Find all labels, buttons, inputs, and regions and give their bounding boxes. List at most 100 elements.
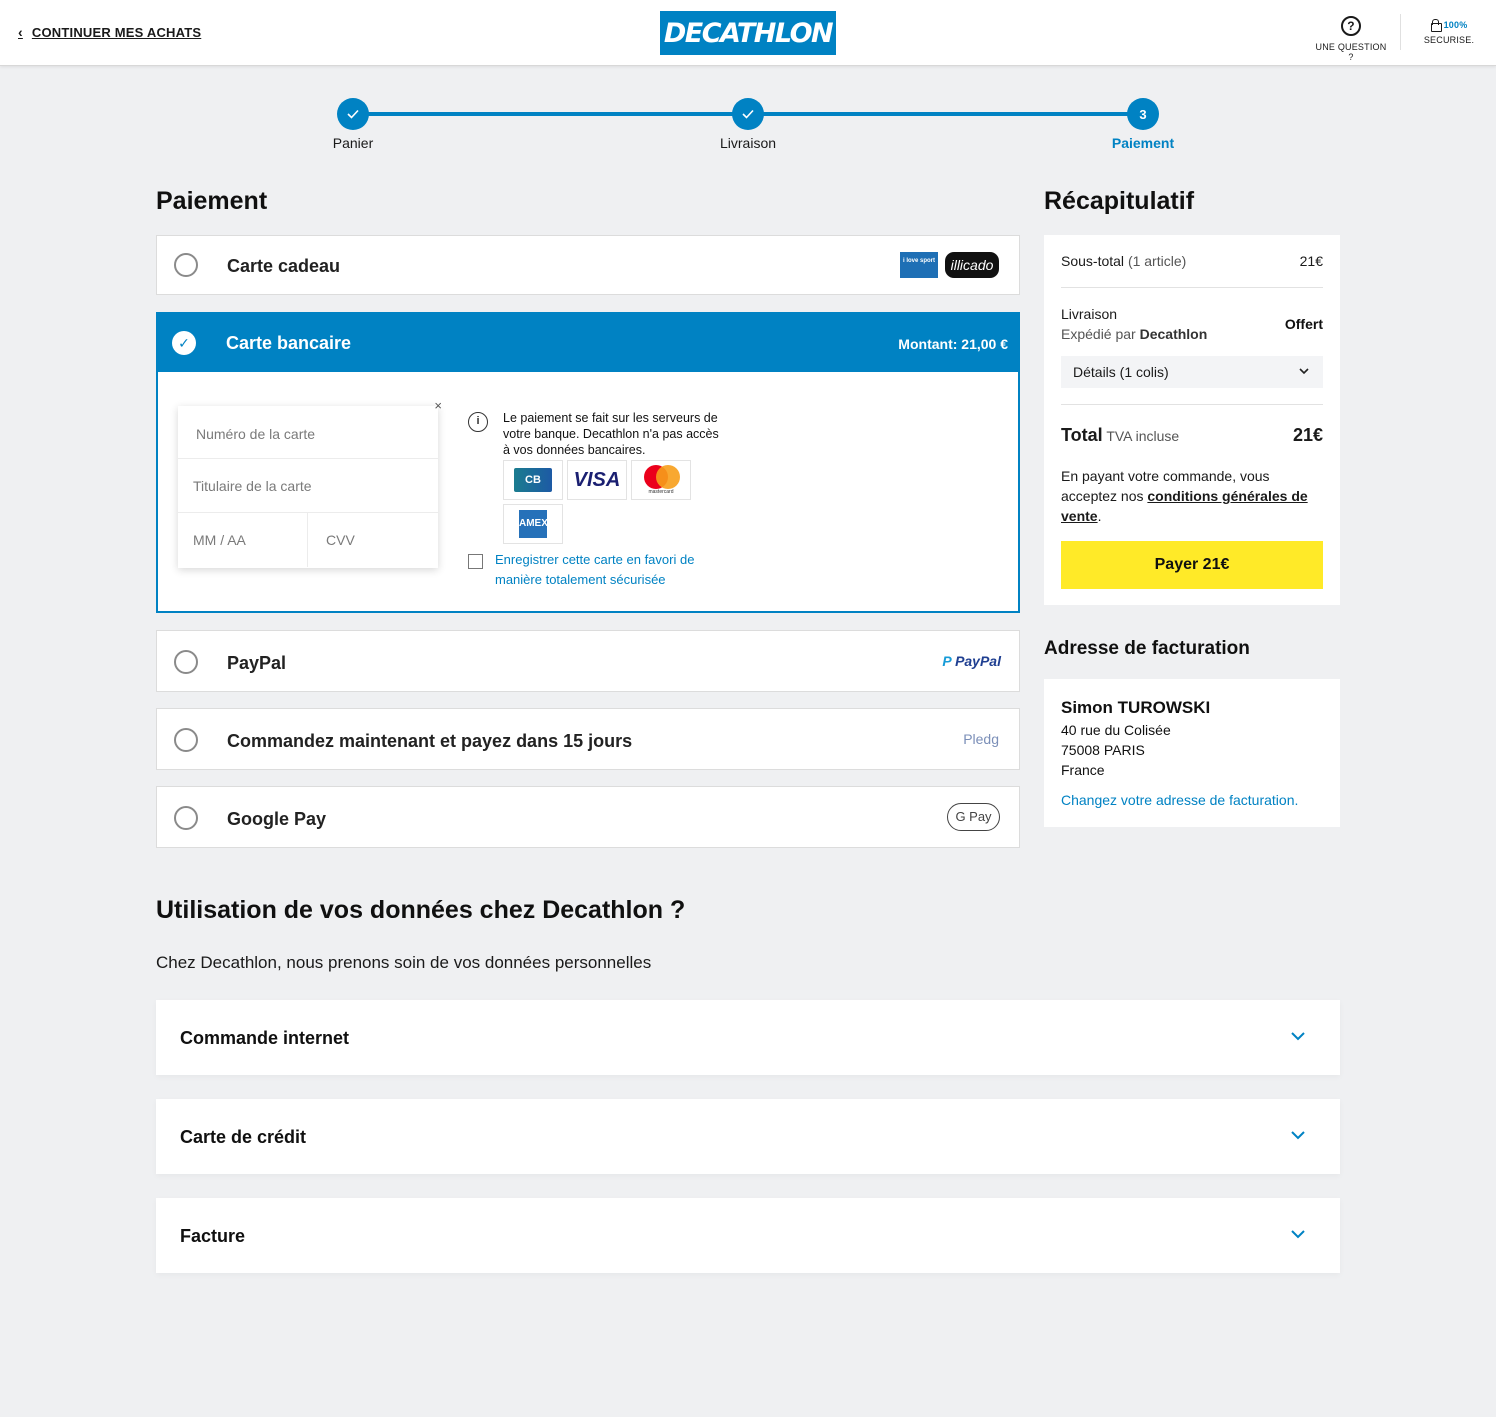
check-icon <box>337 98 369 130</box>
subtotal-count: (1 article) <box>1127 253 1187 269</box>
chevron-down-icon <box>1291 1131 1305 1140</box>
chevron-down-icon <box>1291 1230 1305 1239</box>
card-number-placeholder: Numéro de la carte <box>196 426 316 442</box>
details-dropdown[interactable]: Détails (1 colis) <box>1061 356 1323 388</box>
order-summary: Sous-total (1 article) 21€ Livraison Exp… <box>1044 235 1340 605</box>
billing-country: France <box>1061 762 1105 778</box>
card-holder-placeholder: Titulaire de la carte <box>193 478 312 494</box>
pledg-radio[interactable] <box>174 728 198 752</box>
pledg-logo: Pledg <box>963 731 999 747</box>
paypal-option[interactable]: PayPal P PayPal <box>156 630 1020 692</box>
subtotal-value: 21€ <box>1299 253 1323 269</box>
continue-shopping-label: CONTINUER MES ACHATS <box>31 24 202 40</box>
help-label: UNE QUESTION ? <box>1315 42 1387 62</box>
step-delivery[interactable]: Livraison <box>688 98 808 151</box>
gift-card-label: Carte cadeau <box>227 256 341 276</box>
bank-info-text: Le paiement se fait sur les serveurs de … <box>503 411 719 457</box>
secure-percent: 100% <box>1443 19 1468 30</box>
cb-logo: CB <box>503 460 563 500</box>
decathlon-logo[interactable]: DECATHLON <box>660 11 836 55</box>
credit-card-header[interactable]: ✓ Carte bancaire Montant: 21,00 € <box>158 314 1018 372</box>
card-form: Numéro de la carte × Titulaire de la car… <box>178 398 442 568</box>
billing-address-card: Simon TUROWSKI 40 rue du Colisée 75008 P… <box>1044 679 1340 827</box>
cvv-field[interactable]: CVV <box>308 513 438 567</box>
google-pay-option[interactable]: Google Pay G Pay <box>156 786 1020 848</box>
accordion-title: Carte de crédit <box>180 1127 307 1147</box>
accordion-title: Commande internet <box>180 1028 350 1048</box>
close-icon[interactable]: × <box>434 398 442 413</box>
billing-street: 40 rue du Colisée <box>1061 722 1171 738</box>
terms-suffix: . <box>1097 508 1102 524</box>
step-label: Livraison <box>719 135 777 151</box>
paypal-label: PayPal <box>227 653 287 673</box>
data-usage-subtitle: Chez Decathlon, nous prenons soin de vos… <box>156 953 652 972</box>
credit-card-option[interactable]: ✓ Carte bancaire Montant: 21,00 € Numéro… <box>156 312 1020 613</box>
gift-card-option[interactable]: Carte cadeau i love sport illicado <box>156 235 1020 295</box>
google-pay-label: Google Pay <box>227 809 327 829</box>
visa-logo: VISA <box>567 460 627 500</box>
secure-label: SECURISE. <box>1423 35 1475 45</box>
step-cart[interactable]: Panier <box>293 98 413 151</box>
total-row: Total TVA incluse 21€ <box>1061 425 1323 446</box>
billing-heading: Adresse de facturation <box>1044 638 1250 659</box>
delivery-value: Offert <box>1284 316 1323 332</box>
divider <box>1061 287 1323 288</box>
shipped-by-prefix: Expédié par <box>1061 326 1136 342</box>
accordion-invoice[interactable]: Facture <box>156 1198 1340 1273</box>
help-button[interactable]: ? UNE QUESTION ? <box>1312 16 1390 62</box>
summary-heading: Récapitulatif <box>1044 187 1195 215</box>
payment-heading: Paiement <box>156 187 268 215</box>
save-card-label[interactable]: Enregistrer cette carte en favori de man… <box>495 550 715 590</box>
total-tax-label: TVA incluse <box>1106 428 1180 444</box>
cvv-placeholder: CVV <box>326 532 355 548</box>
step-label: Panier <box>332 135 374 151</box>
billing-city: 75008 PARIS <box>1061 742 1145 758</box>
secure-badge: 100% SECURISE. <box>1418 19 1480 45</box>
shipped-by-row: Expédié par Decathlon <box>1061 326 1323 342</box>
change-billing-link[interactable]: Changez votre adresse de facturation. <box>1061 792 1298 808</box>
info-icon: i <box>468 412 488 432</box>
chevron-left-icon: ‹ <box>18 24 23 40</box>
step-number: 3 <box>1127 98 1159 130</box>
gift-card-radio[interactable] <box>174 253 198 277</box>
pay-button[interactable]: Payer 21€ <box>1061 541 1323 589</box>
data-usage-heading: Utilisation de vos données chez Decathlo… <box>156 896 686 924</box>
paypal-radio[interactable] <box>174 650 198 674</box>
expiry-field[interactable]: MM / AA <box>178 513 308 567</box>
subtotal-label: Sous-total <box>1061 253 1125 269</box>
top-header: ‹ CONTINUER MES ACHATS DECATHLON ? UNE Q… <box>0 0 1496 66</box>
header-divider <box>1400 14 1401 50</box>
card-number-field[interactable]: Numéro de la carte × <box>178 398 442 459</box>
card-holder-field[interactable]: Titulaire de la carte <box>178 460 438 513</box>
divider <box>1061 404 1323 405</box>
chevron-down-icon <box>1299 368 1309 375</box>
continue-shopping-link[interactable]: ‹ CONTINUER MES ACHATS <box>18 24 201 40</box>
amount-label: Montant: 21,00 € <box>898 336 1008 352</box>
lock-icon <box>1430 19 1442 32</box>
google-pay-radio[interactable] <box>174 806 198 830</box>
accordion-title: Facture <box>180 1226 246 1246</box>
paypal-logo: P PayPal <box>942 653 1001 669</box>
sport-gift-logo: i love sport <box>900 252 938 278</box>
credit-card-label: Carte bancaire <box>226 333 352 353</box>
chevron-down-icon <box>1291 1032 1305 1041</box>
checkmark-icon: ✓ <box>172 331 196 355</box>
subtotal-row: Sous-total (1 article) 21€ <box>1061 253 1323 269</box>
question-icon: ? <box>1341 16 1361 36</box>
expiry-placeholder: MM / AA <box>193 532 246 548</box>
total-value: 21€ <box>1292 425 1323 445</box>
save-card-checkbox[interactable] <box>468 554 483 569</box>
terms-text: En payant votre commande, vous acceptez … <box>1061 466 1323 526</box>
pledg-label: Commandez maintenant et payez dans 15 jo… <box>227 731 633 751</box>
accordion-internet-order[interactable]: Commande internet <box>156 1000 1340 1075</box>
amex-logo: AMEX <box>503 504 563 544</box>
mastercard-logo: mastercard <box>631 460 691 500</box>
pledg-option[interactable]: Commandez maintenant et payez dans 15 jo… <box>156 708 1020 770</box>
details-label: Détails (1 colis) <box>1073 364 1169 380</box>
step-payment: 3 Paiement <box>1083 98 1203 151</box>
illicado-logo: illicado <box>945 252 999 278</box>
google-pay-logo: G Pay <box>947 803 1000 831</box>
total-label: Total <box>1061 425 1103 445</box>
step-label: Paiement <box>1111 135 1175 151</box>
accordion-credit-card[interactable]: Carte de crédit <box>156 1099 1340 1174</box>
